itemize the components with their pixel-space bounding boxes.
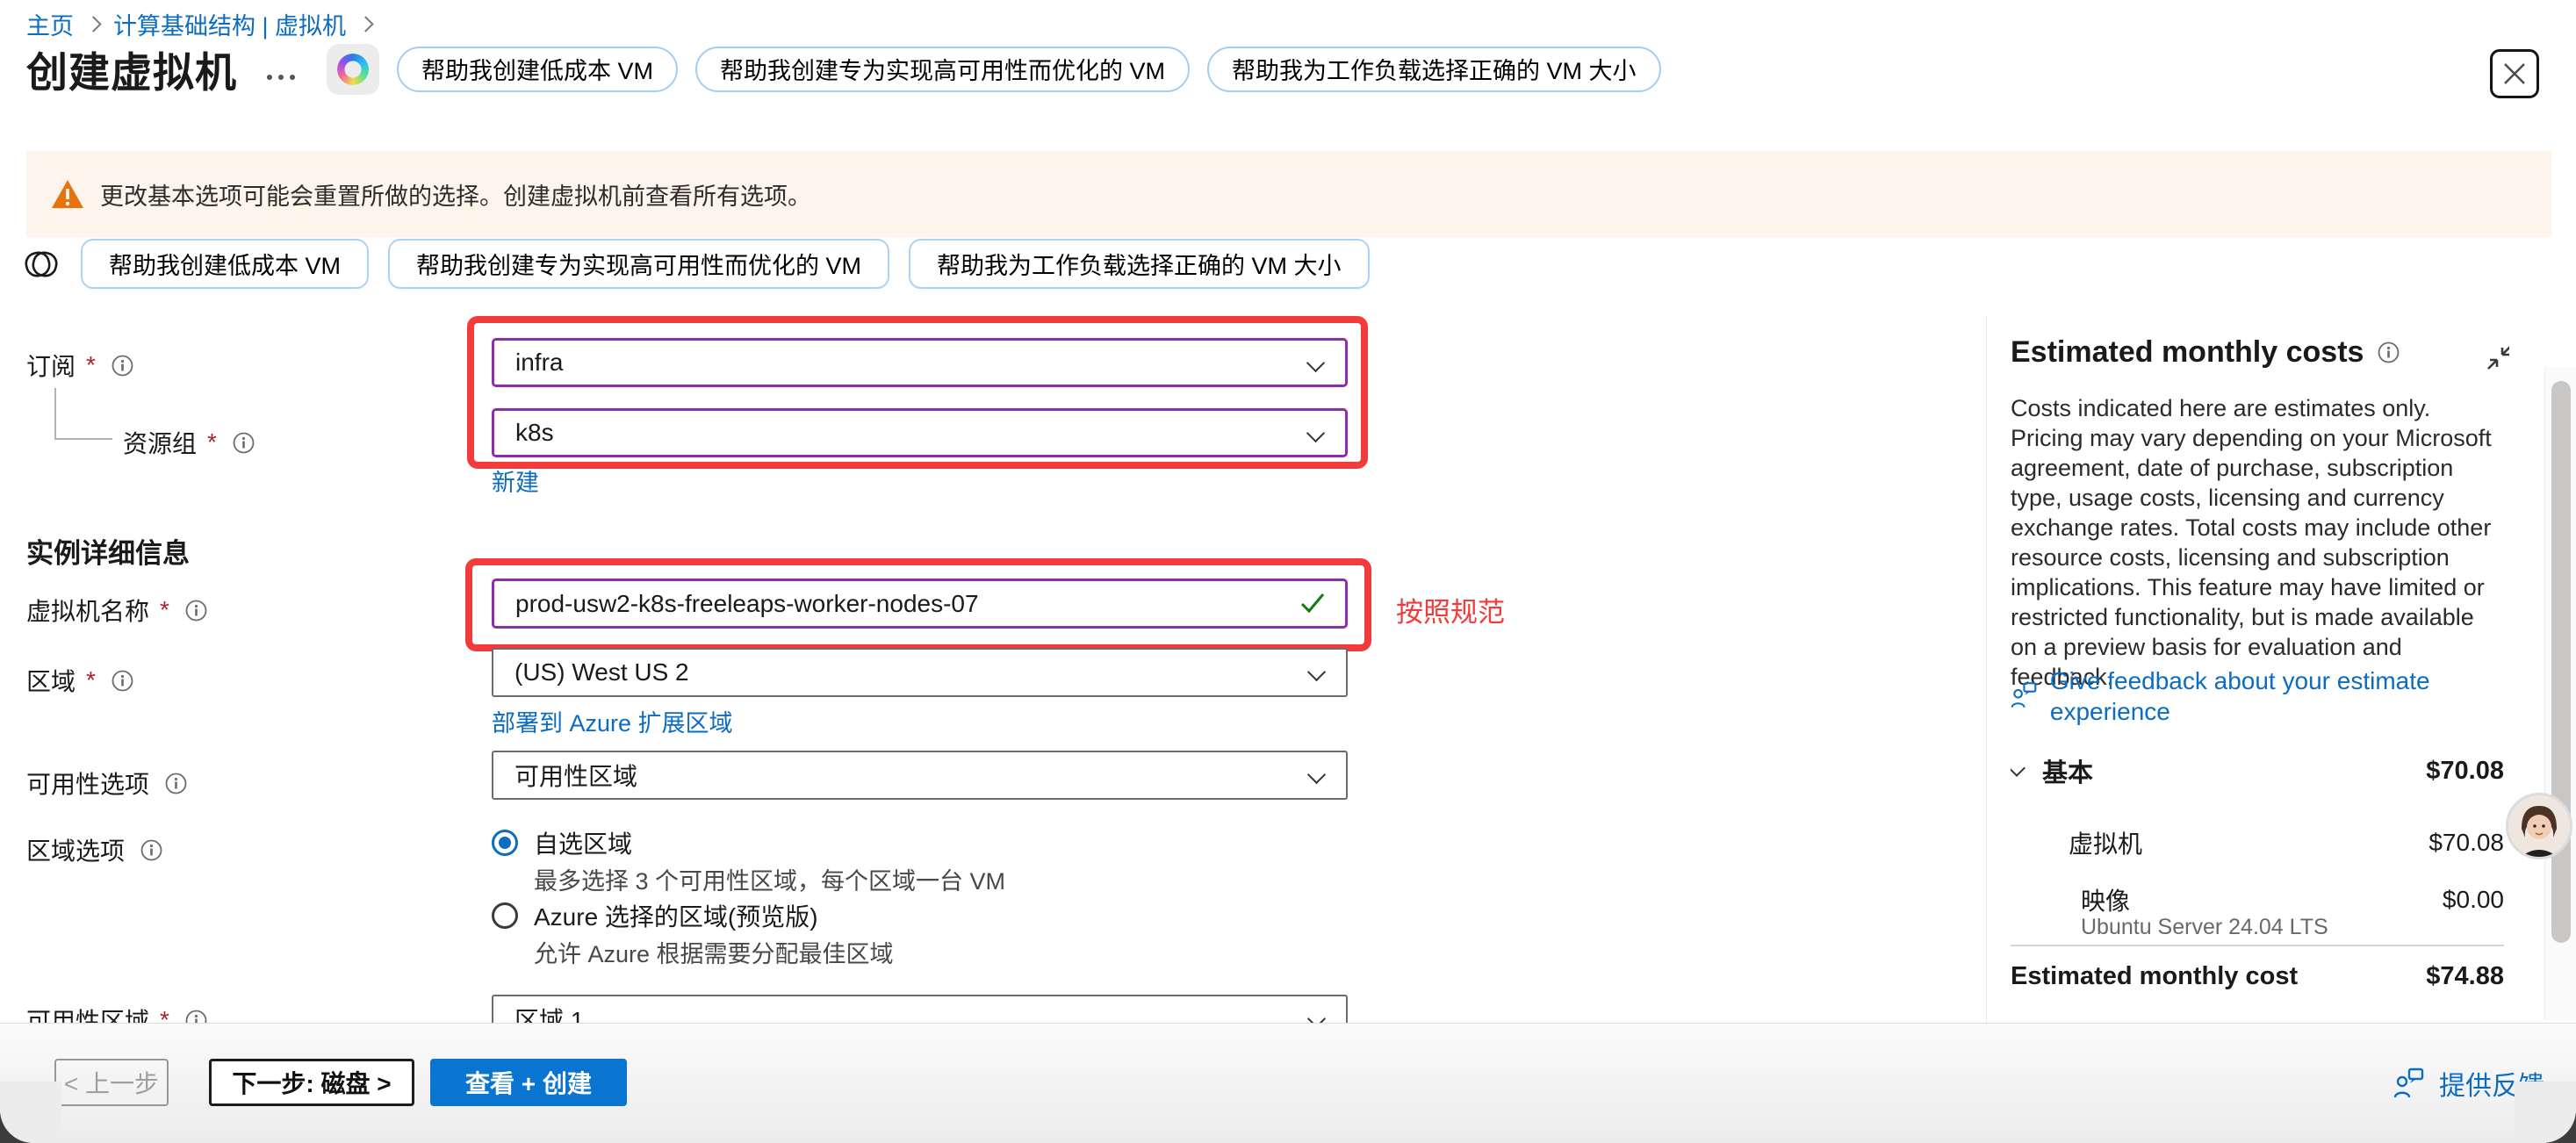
- cost-feedback-link[interactable]: Give feedback about your estimate experi…: [2011, 665, 2485, 727]
- availability-options-dropdown[interactable]: 可用性区域: [492, 751, 1348, 800]
- close-button[interactable]: [2490, 49, 2539, 98]
- footer-bar: < 上一步 下一步: 磁盘 > 查看 + 创建 提供反馈: [0, 1023, 2576, 1143]
- feedback-icon: [2392, 1066, 2427, 1101]
- copilot-prompt-high-availability[interactable]: 帮助我创建专为实现高可用性而优化的 VM: [695, 47, 1190, 92]
- scrollbar-thumb[interactable]: [2551, 381, 2571, 943]
- chevron-down-icon: [2011, 759, 2026, 777]
- warning-banner: 更改基本选项可能会重置所做的选择。创建虚拟机前查看所有选项。: [26, 151, 2551, 237]
- suggest-high-availability-button[interactable]: 帮助我创建专为实现高可用性而优化的 VM: [388, 239, 889, 289]
- cost-total-row: Estimated monthly cost $74.88: [2011, 962, 2504, 991]
- copilot-outline-icon: [21, 244, 61, 284]
- breadcrumb: 主页 计算基础结构 | 虚拟机: [26, 7, 373, 41]
- copilot-suggestion-row: 帮助我创建低成本 VM 帮助我创建专为实现高可用性而优化的 VM 帮助我为工作负…: [21, 239, 1370, 289]
- chevron-right-icon: [357, 16, 373, 32]
- cost-group-label: 基本: [2042, 752, 2093, 789]
- availability-zone-dropdown[interactable]: 区域 1: [492, 995, 1348, 1023]
- review-create-button[interactable]: 查看 + 创建: [430, 1059, 627, 1106]
- warning-text: 更改基本选项可能会重置所做的选择。创建虚拟机前查看所有选项。: [100, 177, 811, 212]
- info-icon[interactable]: [185, 600, 207, 622]
- info-icon[interactable]: [112, 670, 133, 692]
- radio-self-select-desc: 最多选择 3 个可用性区域，每个区域一台 VM: [534, 862, 1005, 896]
- region-label: 区域*: [26, 663, 133, 698]
- copilot-button[interactable]: [327, 44, 379, 95]
- cost-group-value: $70.08: [2426, 757, 2504, 786]
- page-title: 创建虚拟机: [26, 39, 237, 99]
- radio-azure-selected-desc: 允许 Azure 根据需要分配最佳区域: [534, 935, 894, 969]
- annotation-text: 按照规范: [1396, 590, 1505, 629]
- info-icon[interactable]: [185, 1010, 207, 1024]
- next-disks-button[interactable]: 下一步: 磁盘 >: [209, 1059, 414, 1106]
- previous-button[interactable]: < 上一步: [54, 1059, 169, 1106]
- avatar[interactable]: [2506, 793, 2572, 859]
- deploy-edge-zone-link[interactable]: 部署到 Azure 扩展区域: [492, 704, 733, 738]
- chevron-down-icon: [1307, 1010, 1326, 1023]
- create-vm-page: 主页 计算基础结构 | 虚拟机 创建虚拟机 帮助我创建低成本 VM 帮助我创建专…: [0, 0, 2576, 1143]
- cost-item-row: 映像 $0.00: [2011, 882, 2504, 917]
- info-icon[interactable]: [233, 432, 255, 454]
- info-icon[interactable]: [112, 355, 133, 377]
- tree-connector: [54, 388, 56, 439]
- instance-details-heading: 实例详细信息: [26, 531, 190, 571]
- availability-zone-label: 可用性区域*: [26, 1003, 207, 1023]
- close-icon: [2501, 61, 2528, 87]
- warning-icon: [51, 179, 84, 209]
- annotation-box-subscription: [467, 316, 1368, 469]
- cost-disclaimer: Costs indicated here are estimates only.…: [2011, 393, 2502, 692]
- panel-divider: [1986, 316, 1987, 1023]
- cost-item-row: 虚拟机 $70.08: [2011, 825, 2504, 860]
- suggest-vm-size-button[interactable]: 帮助我为工作负载选择正确的 VM 大小: [909, 239, 1370, 289]
- more-options-button[interactable]: [267, 75, 295, 80]
- chevron-right-icon: [85, 16, 101, 32]
- availability-zone-value: 区域 1: [514, 1002, 584, 1023]
- chevron-down-icon: [1307, 766, 1326, 784]
- copilot-prompt-vm-size[interactable]: 帮助我为工作负载选择正确的 VM 大小: [1207, 47, 1661, 92]
- vm-name-label: 虚拟机名称*: [26, 593, 207, 628]
- radio-selected-icon: [492, 830, 518, 856]
- availability-options-value: 可用性区域: [514, 758, 637, 793]
- radio-unselected-icon: [492, 902, 518, 929]
- copilot-prompt-low-cost[interactable]: 帮助我创建低成本 VM: [397, 47, 678, 92]
- chevron-down-icon: [1307, 663, 1326, 681]
- zone-options-label: 区域选项: [26, 832, 162, 867]
- radio-self-select-zones[interactable]: 自选区域: [492, 825, 632, 860]
- radio-azure-selected-zone[interactable]: Azure 选择的区域(预览版): [492, 898, 818, 933]
- collapse-panel-icon[interactable]: [2485, 342, 2509, 372]
- cost-divider: [2011, 945, 2504, 946]
- subscription-label: 订阅*: [26, 348, 133, 383]
- cost-item-subtext: Ubuntu Server 24.04 LTS: [2081, 915, 2328, 940]
- annotation-box-vm-name: [465, 558, 1371, 651]
- scrollbar-track[interactable]: [2544, 367, 2576, 1020]
- breadcrumb-home-link[interactable]: 主页: [26, 7, 74, 41]
- basics-form: 订阅* infra 资源组* k8s 新建: [0, 316, 1984, 1023]
- resource-group-label: 资源组*: [123, 425, 255, 460]
- breadcrumb-section-link[interactable]: 计算基础结构 | 虚拟机: [113, 7, 346, 41]
- tree-connector: [54, 438, 112, 440]
- cost-group-row[interactable]: 基本 $70.08: [2011, 752, 2504, 789]
- info-icon[interactable]: [2378, 341, 2400, 363]
- feedback-icon: [2011, 678, 2038, 713]
- availability-options-label: 可用性选项: [26, 766, 187, 801]
- info-icon[interactable]: [165, 773, 187, 794]
- info-icon[interactable]: [140, 839, 162, 861]
- copilot-icon: [337, 54, 369, 85]
- estimated-costs-panel: Estimated monthly costs Costs indicated …: [2011, 316, 2509, 1023]
- cost-panel-title: Estimated monthly costs: [2011, 335, 2400, 370]
- region-dropdown[interactable]: (US) West US 2: [492, 648, 1348, 697]
- title-row: 创建虚拟机 帮助我创建低成本 VM 帮助我创建专为实现高可用性而优化的 VM 帮…: [26, 39, 1661, 99]
- suggest-low-cost-button[interactable]: 帮助我创建低成本 VM: [81, 239, 369, 289]
- region-value: (US) West US 2: [514, 658, 689, 687]
